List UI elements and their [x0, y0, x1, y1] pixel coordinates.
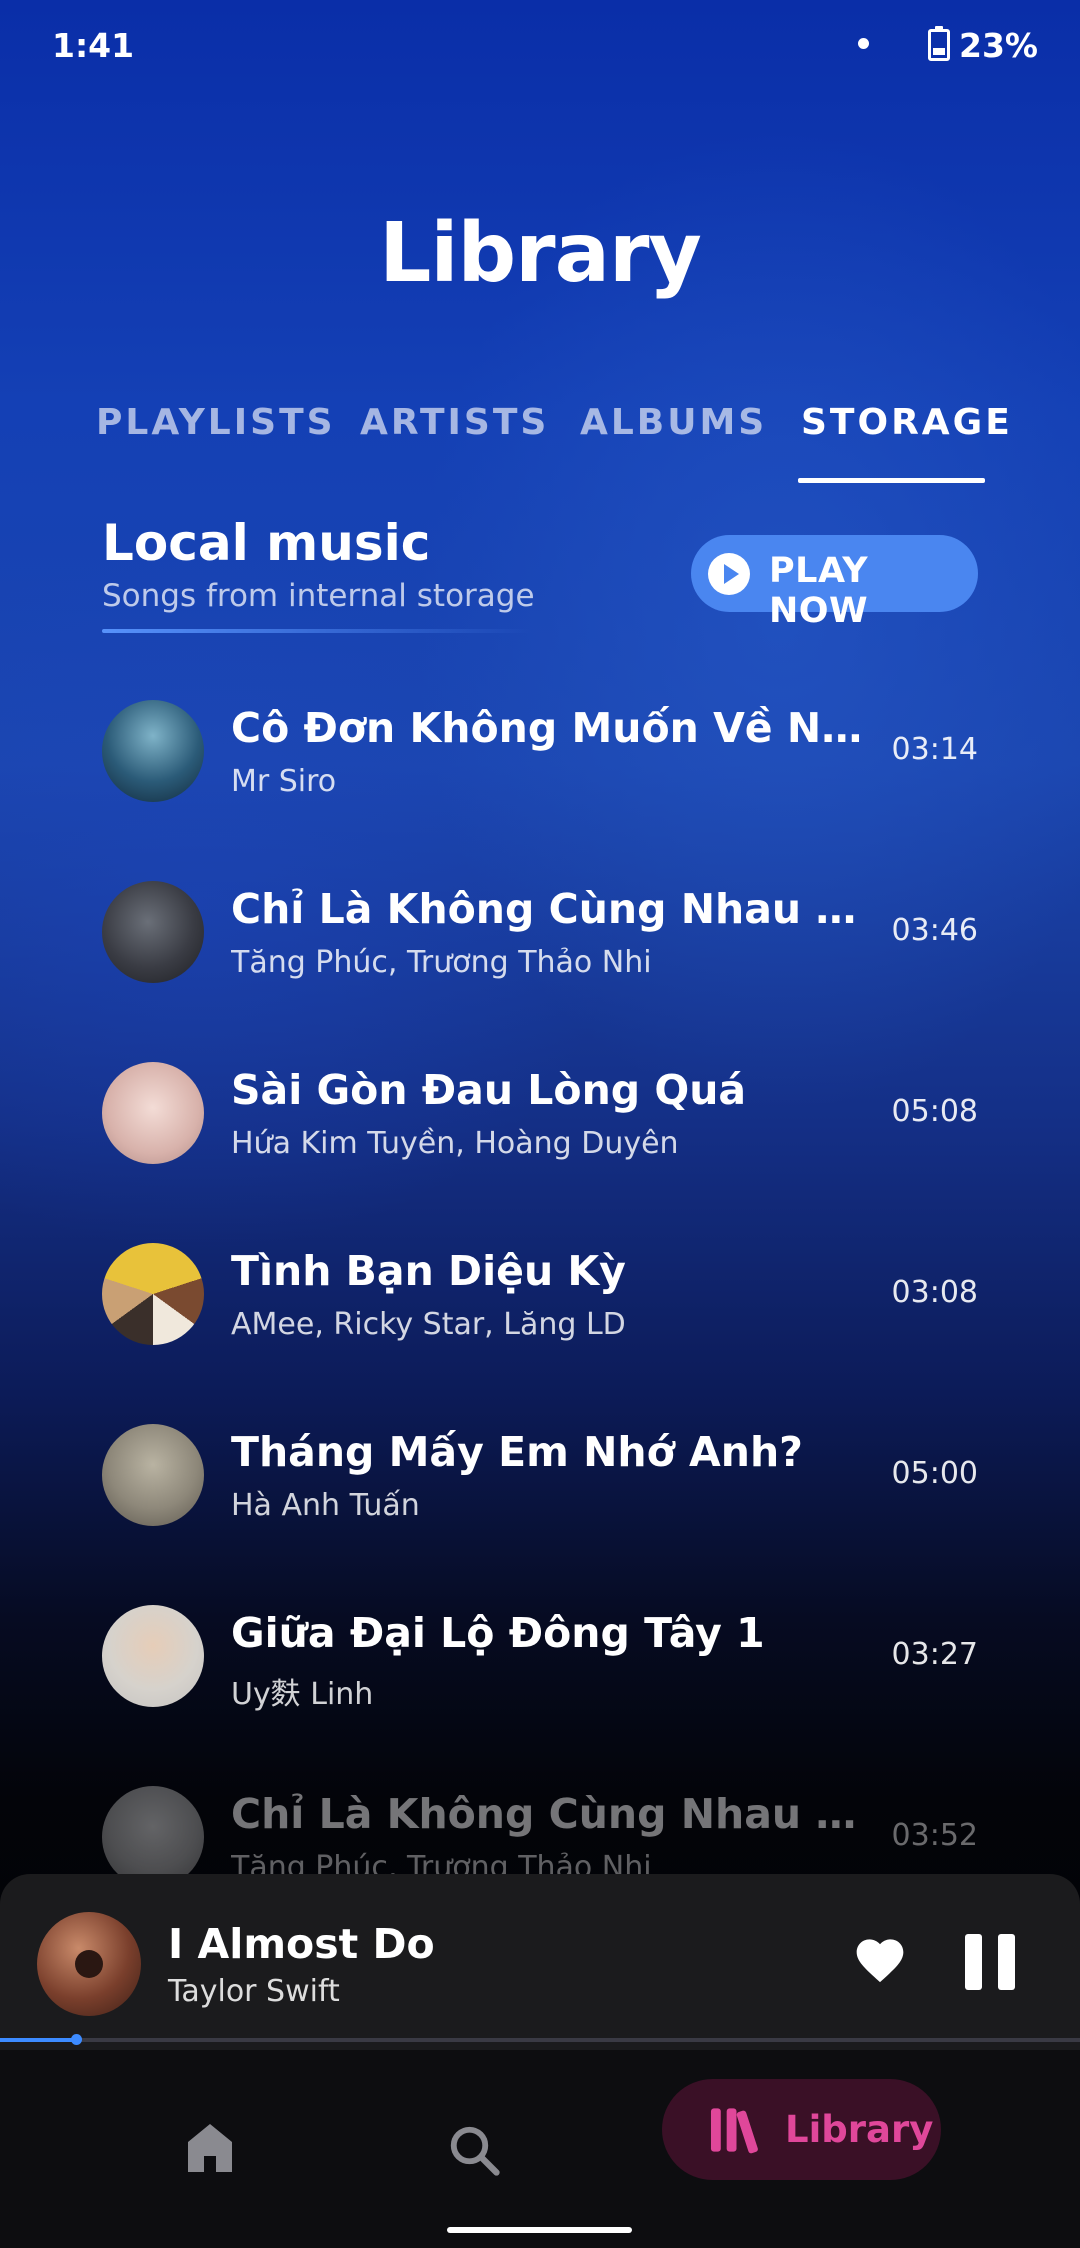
album-art	[102, 881, 204, 983]
album-art	[102, 1605, 204, 1707]
gesture-home-indicator[interactable]	[447, 2227, 632, 2233]
song-artist: Uy麩 Linh	[231, 1677, 374, 1712]
page-title: Library	[379, 206, 702, 301]
now-playing-title: I Almost Do	[168, 1920, 435, 1968]
library-icon	[710, 2108, 758, 2154]
song-artist: Mr Siro	[231, 764, 337, 799]
tab-storage[interactable]: STORAGE	[801, 402, 1013, 443]
song-title: Cô Đơn Không Muốn Về Nhà	[231, 704, 871, 752]
notification-dot-icon	[858, 38, 869, 49]
song-title: Tình Bạn Diệu Kỳ	[231, 1247, 626, 1295]
song-row[interactable]: Tình Bạn Diệu Kỳ AMee, Ricky Star, Lăng …	[0, 1223, 1080, 1404]
song-row[interactable]: Giữa Đại Lộ Đông Tây 1 Uy麩 Linh 03:27	[0, 1585, 1080, 1766]
now-playing-bar[interactable]: I Almost Do Taylor Swift	[0, 1874, 1080, 2050]
song-row[interactable]: Tháng Mấy Em Nhớ Anh? Hà Anh Tuấn 05:00	[0, 1404, 1080, 1585]
battery-percent: 23%	[959, 26, 1038, 65]
song-title: Giữa Đại Lộ Đông Tây 1	[231, 1609, 765, 1657]
playback-progress-fill	[0, 2038, 76, 2042]
song-row[interactable]: Cô Đơn Không Muốn Về Nhà Mr Siro 03:14	[0, 680, 1080, 861]
album-art	[102, 1243, 204, 1345]
playback-progress-knob[interactable]	[70, 2034, 82, 2045]
song-duration: 03:46	[891, 913, 978, 948]
song-duration: 05:00	[891, 1456, 978, 1491]
bottom-navigation: Library	[0, 2050, 1080, 2248]
pause-button[interactable]	[965, 1934, 1015, 1990]
search-icon[interactable]	[447, 2123, 501, 2177]
song-row[interactable]: Chỉ Là Không Cùng Nhau (Live) Tăng Phúc,…	[0, 1766, 1080, 1876]
nav-library-button[interactable]: Library	[662, 2079, 941, 2180]
song-artist: Tăng Phúc, Trương Thảo Nhi	[231, 945, 652, 980]
status-bar: 1:41 23%	[0, 0, 1080, 92]
song-title: Tháng Mấy Em Nhớ Anh?	[231, 1428, 803, 1476]
song-title: Chỉ Là Không Cùng Nhau (Live)	[231, 1790, 871, 1838]
song-duration: 03:52	[891, 1818, 978, 1853]
song-artist: AMee, Ricky Star, Lăng LD	[231, 1307, 626, 1342]
now-playing-artist: Taylor Swift	[168, 1974, 340, 2009]
song-row[interactable]: Sài Gòn Đau Lòng Quá Hứa Kim Tuyền, Hoàn…	[0, 1042, 1080, 1223]
playback-progress-track[interactable]	[0, 2038, 1080, 2042]
section-title: Local music	[102, 514, 431, 572]
home-icon[interactable]	[186, 2122, 234, 2174]
pause-icon	[965, 1934, 982, 1990]
song-duration: 03:27	[891, 1637, 978, 1672]
album-art	[102, 700, 204, 802]
tab-albums[interactable]: ALBUMS	[580, 402, 767, 443]
song-artist: Hà Anh Tuấn	[231, 1488, 420, 1523]
play-circle-icon	[708, 553, 750, 595]
song-row[interactable]: Chỉ Là Không Cùng Nhau (Live V... Tăng P…	[0, 861, 1080, 1042]
album-art	[102, 1786, 204, 1876]
song-artist: Tăng Phúc, Trương Thảo Nhi	[231, 1850, 652, 1876]
song-duration: 05:08	[891, 1094, 978, 1129]
nav-library-label: Library	[785, 2108, 934, 2151]
section-divider	[102, 629, 532, 633]
section-subtitle: Songs from internal storage	[102, 578, 535, 614]
song-artist: Hứa Kim Tuyền, Hoàng Duyên	[231, 1126, 679, 1161]
album-art	[102, 1424, 204, 1526]
song-duration: 03:08	[891, 1275, 978, 1310]
song-title: Sài Gòn Đau Lòng Quá	[231, 1066, 747, 1114]
play-now-label: PLAY NOW	[769, 551, 869, 631]
battery-icon	[928, 26, 950, 61]
album-art	[102, 1062, 204, 1164]
now-playing-album-art	[37, 1912, 141, 2016]
song-title: Chỉ Là Không Cùng Nhau (Live V...	[231, 885, 871, 933]
heart-icon[interactable]	[852, 1932, 908, 1984]
play-now-button[interactable]: PLAY NOW	[691, 535, 978, 631]
status-time: 1:41	[52, 26, 135, 65]
song-duration: 03:14	[891, 732, 978, 767]
tab-artists[interactable]: ARTISTS	[360, 402, 549, 443]
library-tabs: PLAYLISTS ARTISTS ALBUMS STORAGE	[0, 402, 1080, 482]
tab-playlists[interactable]: PLAYLISTS	[96, 402, 336, 443]
song-list: Cô Đơn Không Muốn Về Nhà Mr Siro 03:14 C…	[0, 680, 1080, 1876]
active-tab-indicator	[798, 478, 985, 483]
